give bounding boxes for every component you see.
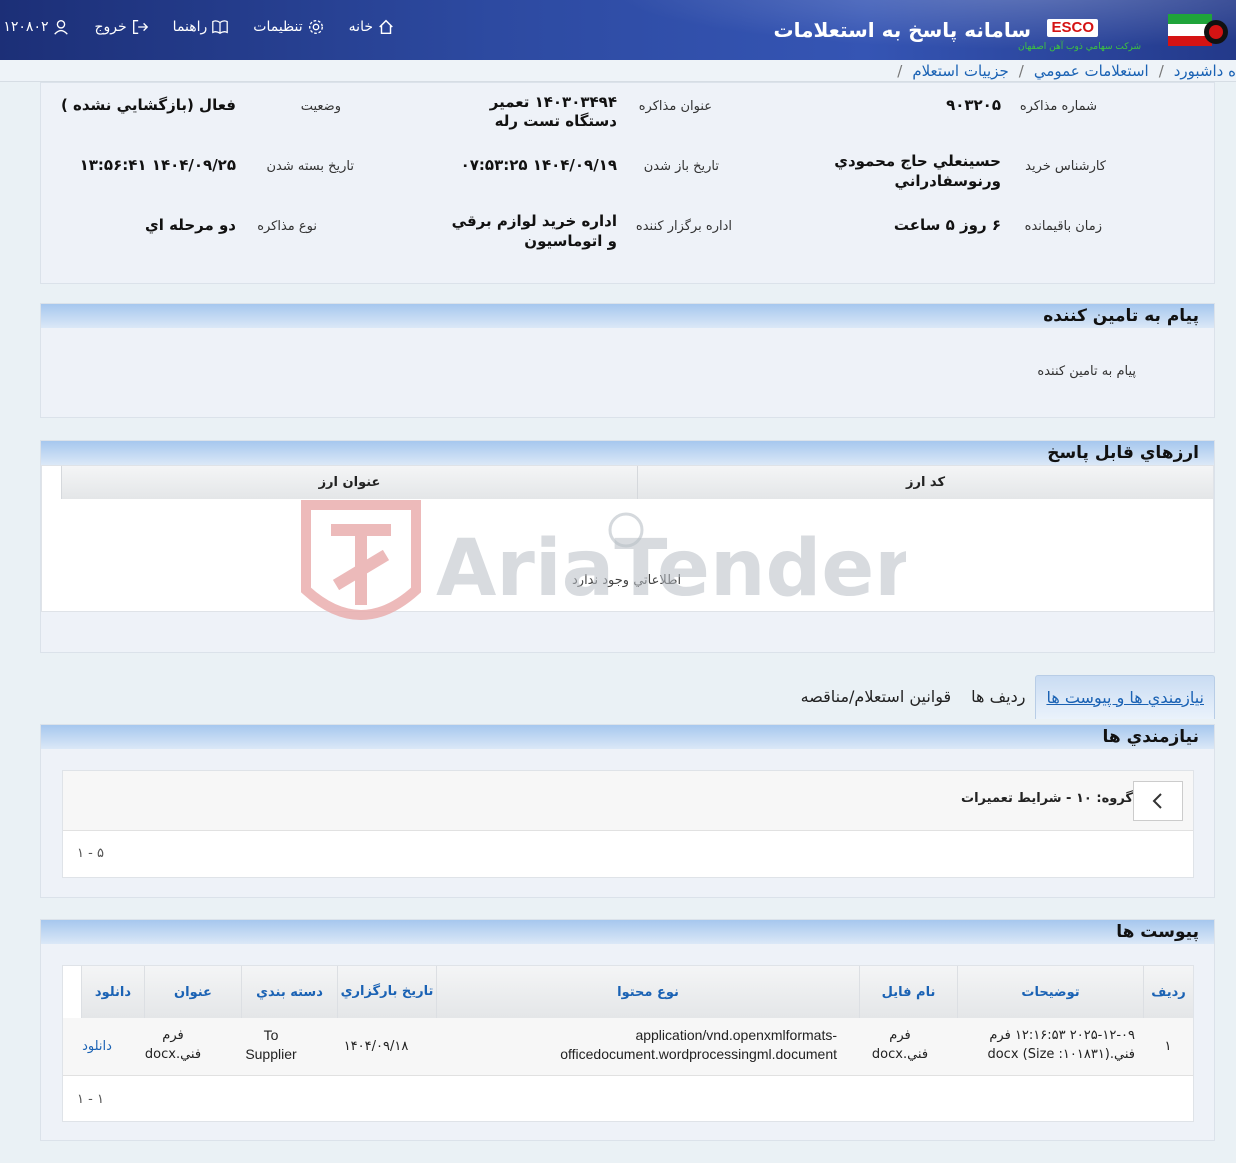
breadcrumb-inquiry-details[interactable]: جزييات استعلام (912, 62, 1008, 80)
breadcrumb-separator: / (1018, 61, 1024, 80)
org-value: اداره خريد لوازم برقي و اتوماسيون (451, 212, 617, 250)
currencies-table: كد ارز عنوان ارز اطلاعاتي وجود ندارد (41, 465, 1214, 612)
attachments-table: رديف توضيحات نام فايل نوع محتوا تاريخ با… (62, 965, 1194, 1122)
inquiry-details-panel: شماره مذاكره ۹۰۳۲۰۵ عنوان مذاكره ۱۴۰۳۰۳۴… (40, 82, 1215, 284)
close-date-label: تاريخ بسته شدن (266, 159, 354, 174)
col-title[interactable]: عنوان (144, 966, 241, 1018)
title-label: عنوان مذاكره (638, 99, 712, 114)
nav-home-label: خانه (348, 19, 373, 35)
nav-logout-label: خروج (94, 19, 127, 35)
home-icon (379, 19, 393, 35)
row-download-link[interactable]: دانلود (67, 1037, 127, 1056)
top-nav: خانه تنظيمات راهنما خروج ۱۲۰۸۰۲ (0, 18, 395, 36)
remaining-label: زمان باقيمانده (1024, 219, 1102, 234)
nav-help[interactable]: راهنما (173, 18, 230, 36)
nav-user[interactable]: ۱۲۰۸۰۲ (3, 18, 70, 36)
breadcrumb-public-inquiries[interactable]: استعلامات عمومي (1034, 62, 1149, 80)
row-category: To Supplier (245, 1027, 297, 1062)
gear-icon (308, 20, 323, 34)
row-description: ۲۰۲۵-۱۲-۰۹ ۱۲:۱۶:۵۳ فرم فني.docx (Size :… (987, 1028, 1135, 1062)
row-title: فرم فني.docx (144, 1028, 202, 1062)
row-upload-date: ۱۴۰۴/۰۹/۱۸ (343, 1039, 409, 1054)
requirements-table: گروه: ۱۰ - شرايط تعميرات ۱ - ۵ (62, 770, 1194, 878)
expand-group-button[interactable] (1133, 781, 1183, 821)
table-row: ۱ ۲۰۲۵-۱۲-۰۹ ۱۲:۱۶:۵۳ فرم فني.docx (Size… (63, 1018, 1193, 1076)
top-header-bar: ESCO شركت سهامي ذوب آهن اصفهان سامانه پا… (0, 0, 1236, 60)
currency-title-header[interactable]: عنوان ارز (61, 466, 637, 499)
nav-home[interactable]: خانه (349, 18, 395, 36)
status-label: وضعيت (300, 99, 341, 114)
requirements-pager: ۱ - ۵ (77, 846, 104, 861)
number-value: ۹۰۳۲۰۵ (946, 96, 1001, 114)
group-label: گروه: ۱۰ - شرايط تعميرات (961, 791, 1133, 806)
breadcrumb-separator: / (1158, 61, 1164, 80)
org-label: اداره برگزار كننده (635, 219, 732, 234)
nav-user-label: ۱۲۰۸۰۲ (3, 19, 49, 35)
supplier-message-panel: پيام به تامين كننده پيام به تامين كننده (40, 303, 1215, 418)
app-title: سامانه پاسخ به استعلامات (773, 18, 1032, 42)
chevron-left-icon (1152, 793, 1162, 809)
requirements-heading: نيازمندي ها (41, 725, 1214, 749)
col-content-type[interactable]: نوع محتوا (436, 966, 859, 1018)
type-label: نوع مذاكره (257, 219, 317, 234)
esco-logo-text: ESCO (1047, 19, 1098, 37)
currencies-empty-text: اطلاعاتي وجود ندارد (572, 573, 682, 588)
expert-label: كارشناس خريد (1025, 159, 1106, 174)
row-filename: فرم فني.docx (871, 1028, 929, 1062)
requirements-panel: نيازمندي ها گروه: ۱۰ - شرايط تعميرات ۱ -… (40, 724, 1215, 898)
type-value: دو مرحله اي (144, 216, 236, 234)
col-category[interactable]: دسته بندي (241, 966, 337, 1018)
breadcrumb-separator: / (897, 61, 903, 80)
attachments-panel: پيوست ها رديف توضيحات نام فايل نوع محتوا… (40, 919, 1215, 1141)
expert-value: حسينعلي حاج محمودي ورنوسفادراني (834, 152, 1001, 190)
row-index: ۱ (1164, 1039, 1172, 1054)
company-logo (1168, 14, 1228, 46)
currency-code-header[interactable]: كد ارز (637, 466, 1213, 499)
tab-requirements-attachments[interactable]: نيازمندي ها و پيوست ها (1035, 675, 1215, 719)
supplier-message-heading: پيام به تامين كننده (41, 304, 1214, 328)
supplier-message-label: پيام به تامين كننده (1037, 364, 1136, 379)
row-content-type: application/vnd.openxmlformats-officedoc… (560, 1027, 837, 1062)
title-value: ۱۴۰۳۰۳۴۹۴ تعمير دستگاه تست رله (489, 93, 617, 130)
book-icon (212, 20, 229, 35)
currencies-panel: ارزهاي قابل پاسخ كد ارز عنوان ارز اطلاعا… (40, 440, 1215, 653)
nav-help-label: راهنما (172, 19, 208, 35)
currencies-heading: ارزهاي قابل پاسخ (41, 441, 1214, 465)
attachments-header-row: رديف توضيحات نام فايل نوع محتوا تاريخ با… (81, 966, 1193, 1018)
tab-rows[interactable]: رديف ها (961, 675, 1035, 719)
col-filename[interactable]: نام فايل (859, 966, 957, 1018)
nav-settings-label: تنظيمات (253, 19, 303, 35)
remaining-value: ۶ روز ۵ ساعت (893, 216, 1001, 234)
breadcrumb-dashboard[interactable]: ه داشبورد (1174, 62, 1236, 80)
logout-icon (132, 20, 148, 34)
col-index[interactable]: رديف (1143, 966, 1193, 1018)
nav-settings[interactable]: تنظيمات (253, 18, 324, 36)
number-label: شماره مذاكره (1019, 99, 1097, 114)
close-date-value: ۱۴۰۴/۰۹/۲۵ ۱۳:۵۶:۴۱ (79, 156, 236, 174)
tab-bar: نيازمندي ها و پيوست ها رديف ها قوانين اس… (791, 675, 1215, 719)
status-value: فعال (بازگشايي نشده ) (60, 96, 236, 114)
nav-logout[interactable]: خروج (94, 18, 148, 36)
attachments-heading: پيوست ها (41, 920, 1214, 944)
user-icon (54, 20, 69, 35)
open-date-value: ۱۴۰۴/۰۹/۱۹ ۰۷:۵۳:۲۵ (460, 156, 617, 174)
tab-rules[interactable]: قوانين استعلام/مناقصه (791, 675, 962, 719)
col-download[interactable]: دانلود (81, 966, 144, 1018)
attachments-pager: ۱ - ۱ (77, 1092, 104, 1107)
open-date-label: تاريخ باز شدن (643, 159, 719, 174)
breadcrumb: ه داشبورد / استعلامات عمومي / جزييات است… (0, 60, 1236, 82)
col-description[interactable]: توضيحات (957, 966, 1143, 1018)
esco-subtitle: شركت سهامي ذوب آهن اصفهان (1018, 42, 1141, 52)
col-upload-date[interactable]: تاريخ بارگزاري (337, 966, 436, 1018)
